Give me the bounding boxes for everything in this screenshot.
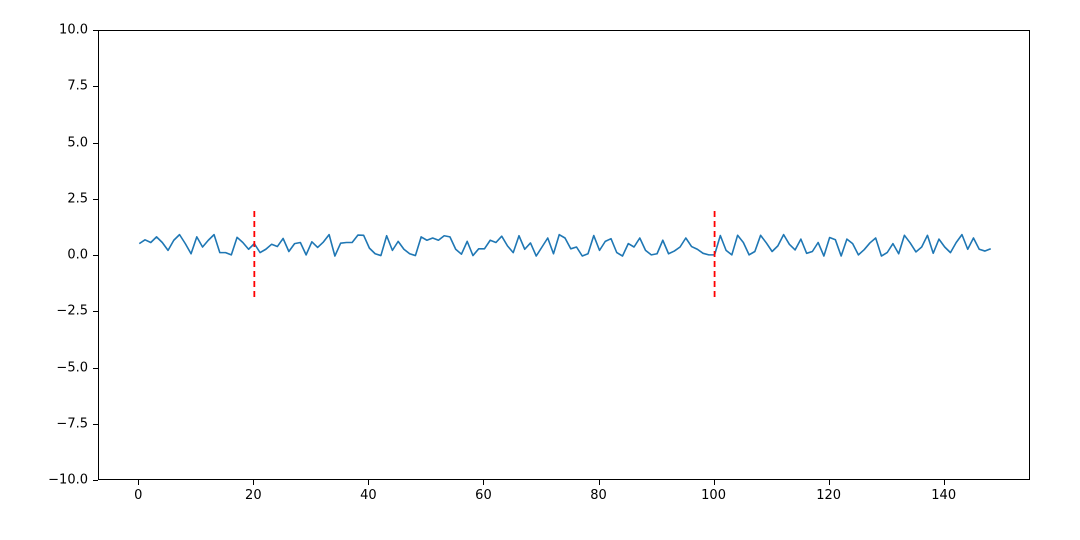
x-tick-label: 60 [475,488,492,503]
y-tick [93,368,98,369]
y-tick-label: −5.0 [56,360,88,375]
x-tick-label: 100 [701,488,726,503]
x-tick-label: 120 [816,488,841,503]
y-tick-label: −10.0 [48,473,88,488]
x-tick [253,480,254,485]
series-line [139,235,990,256]
y-tick [93,480,98,481]
x-tick-label: 140 [931,488,956,503]
y-tick-label: 2.5 [67,191,88,206]
y-tick [93,30,98,31]
x-tick [714,480,715,485]
y-tick [93,143,98,144]
x-tick-label: 20 [245,488,262,503]
x-tick [138,480,139,485]
x-tick [483,480,484,485]
y-tick [93,255,98,256]
y-tick-label: −7.5 [56,416,88,431]
x-tick-label: 40 [360,488,377,503]
y-tick-label: 7.5 [67,79,88,94]
x-tick [599,480,600,485]
y-tick [93,311,98,312]
x-tick-label: 0 [134,488,142,503]
x-tick [944,480,945,485]
y-tick-label: 10.0 [59,23,88,38]
x-tick-label: 80 [590,488,607,503]
x-tick [829,480,830,485]
figure: 0 20 40 60 80 100 120 140 −10.0 −7.5 −5.0 −2.5 0.0 2… [0,0,1080,540]
y-tick-label: −2.5 [56,304,88,319]
x-tick [368,480,369,485]
plot-svg [99,31,1031,481]
plot-area [98,30,1030,480]
y-tick [93,424,98,425]
y-tick-label: 0.0 [67,248,88,263]
y-tick [93,199,98,200]
y-tick-label: 5.0 [67,135,88,150]
y-tick [93,86,98,87]
